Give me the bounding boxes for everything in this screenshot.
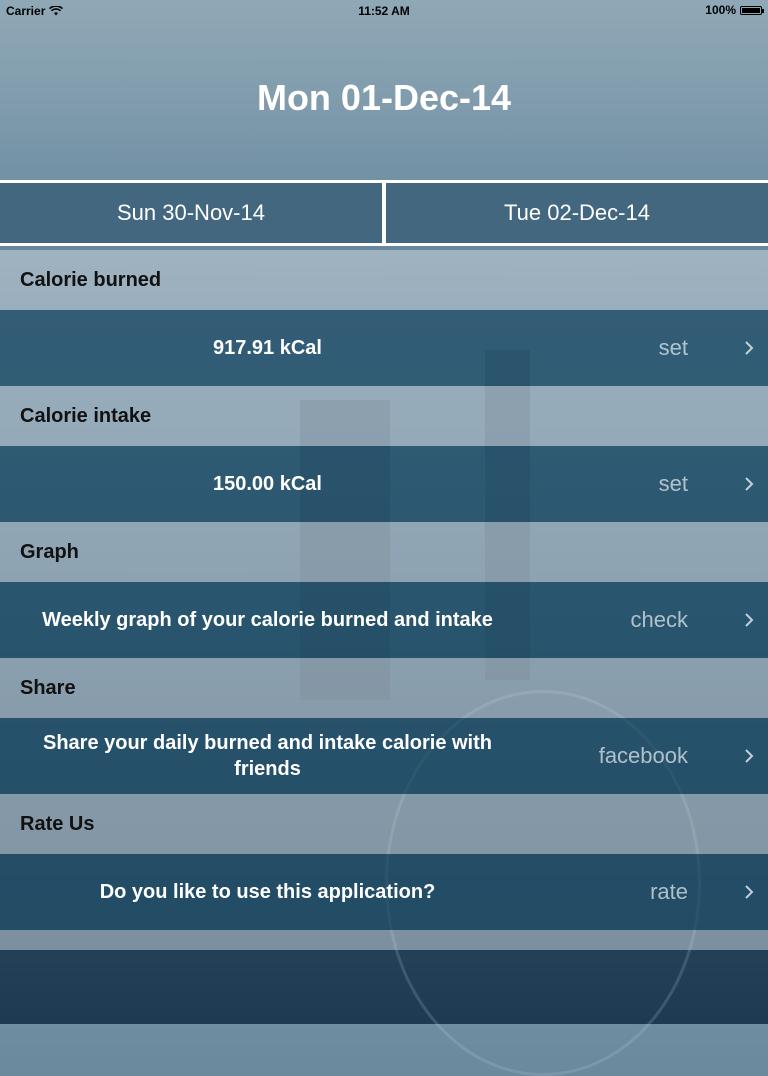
table-footer [0, 930, 768, 950]
section-header-calorie-burned: Calorie burned [0, 250, 768, 310]
calorie-intake-value: 150.00 kCal [213, 473, 322, 495]
section-title: Graph [20, 540, 79, 563]
rate-row[interactable]: Do you like to use this application? rat… [0, 854, 768, 930]
chevron-right-icon [744, 582, 754, 658]
chevron-right-icon [744, 310, 754, 386]
battery-indicator: 100% [705, 3, 764, 17]
status-bar: Carrier 11:52 AM 100% [0, 0, 768, 20]
previous-day-button[interactable]: Sun 30-Nov-14 [0, 180, 382, 246]
battery-icon [740, 5, 764, 15]
date-header: Mon 01-Dec-14 [0, 20, 768, 180]
section-title: Share [20, 676, 76, 699]
graph-description: Weekly graph of your calorie burned and … [42, 609, 493, 631]
calorie-intake-row[interactable]: 150.00 kCal set [0, 446, 768, 522]
next-day-button[interactable]: Tue 02-Dec-14 [386, 180, 768, 246]
share-description: Share your daily burned and intake calor… [42, 732, 492, 780]
chevron-right-icon [744, 854, 754, 930]
section-title: Calorie intake [20, 404, 152, 427]
section-title: Rate Us [20, 812, 95, 835]
rate-question: Do you like to use this application? [99, 881, 436, 903]
section-header-share: Share [0, 658, 768, 718]
section-header-calorie-intake: Calorie intake [0, 386, 768, 446]
rate-button[interactable]: rate [650, 854, 688, 930]
section-title: Calorie burned [20, 268, 162, 291]
section-header-rate-us: Rate Us [0, 794, 768, 854]
section-header-graph: Graph [0, 522, 768, 582]
calorie-burned-value: 917.91 kCal [213, 337, 322, 359]
chevron-right-icon [744, 446, 754, 522]
day-navigation: Sun 30-Nov-14 Tue 02-Dec-14 [0, 180, 768, 246]
graph-row[interactable]: Weekly graph of your calorie burned and … [0, 582, 768, 658]
share-row[interactable]: Share your daily burned and intake calor… [0, 718, 768, 794]
chevron-right-icon [744, 718, 754, 794]
calorie-burned-row[interactable]: 917.91 kCal set [0, 310, 768, 386]
facebook-share-button[interactable]: facebook [599, 718, 688, 794]
page-title: Mon 01-Dec-14 [256, 77, 512, 118]
set-intake-button[interactable]: set [659, 446, 688, 522]
check-graph-button[interactable]: check [631, 582, 688, 658]
battery-percent: 100% [705, 3, 736, 17]
clock: 11:52 AM [358, 4, 410, 18]
set-burned-button[interactable]: set [659, 310, 688, 386]
